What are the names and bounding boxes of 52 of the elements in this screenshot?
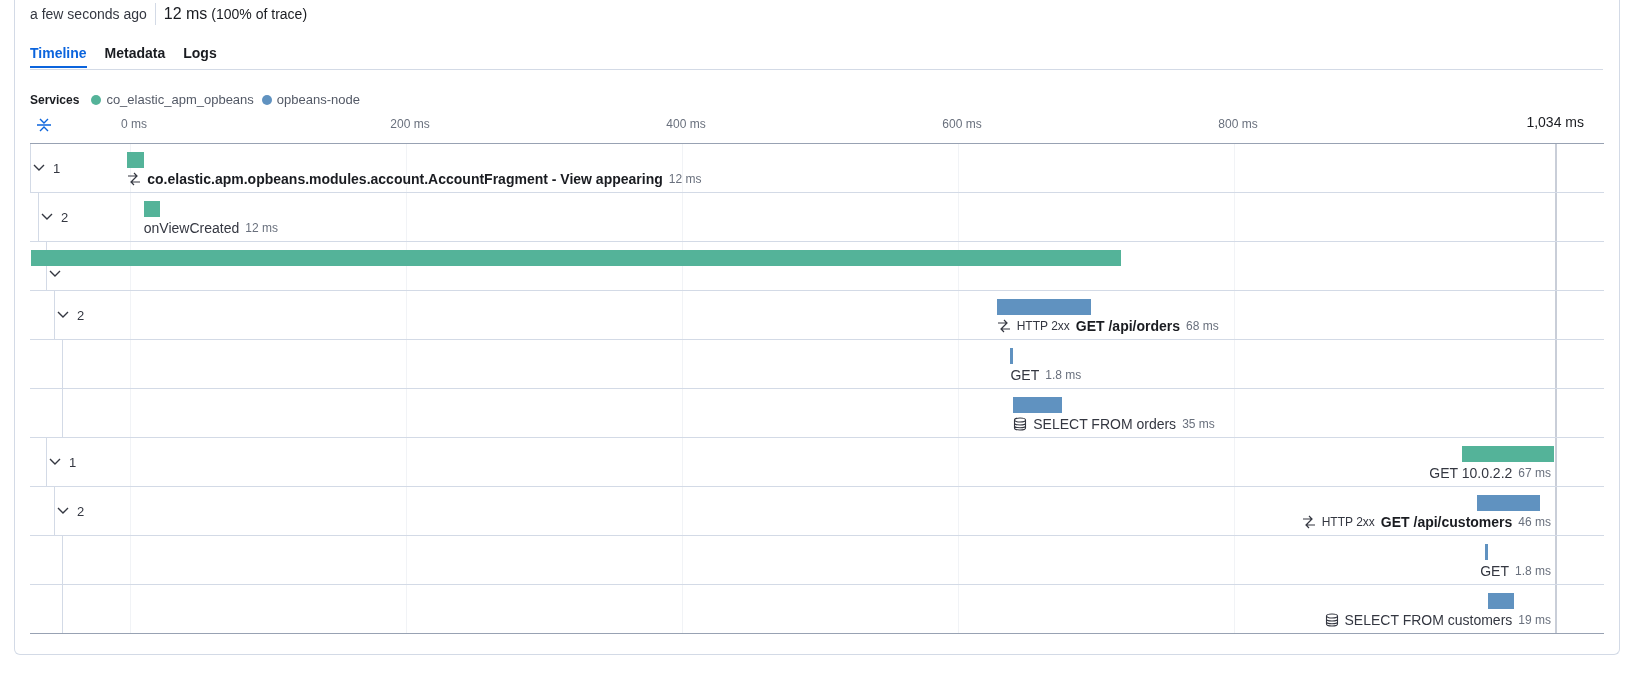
- database-icon: [1013, 417, 1028, 431]
- status-code: HTTP 2xx: [1016, 319, 1070, 333]
- axis-end-label: 1,034 ms: [1526, 114, 1584, 130]
- span-name: GET: [1480, 563, 1509, 579]
- span-duration: 68 ms: [1186, 319, 1219, 333]
- span-duration: 12 ms: [245, 221, 278, 235]
- axis-label: 400 ms: [666, 117, 706, 131]
- span-name: GET /api/orders: [1075, 318, 1181, 334]
- chevron-icon: [57, 311, 69, 319]
- chevron-icon: [49, 458, 61, 466]
- span-duration: 12 ms: [668, 172, 702, 186]
- span-name: co.elastic.apm.opbeans.modules.account.AccountFragment - View appearing: [147, 171, 663, 187]
- chevron-icon: [41, 213, 53, 221]
- span-duration: 1.8 ms: [1045, 368, 1082, 382]
- span-name: SELECT FROM orders: [1033, 416, 1177, 432]
- span-duration: 1.8 ms: [1515, 564, 1551, 578]
- arrows-icon: [1301, 515, 1316, 529]
- span-name: GET: [1010, 367, 1040, 383]
- chevron-icon: [49, 270, 61, 278]
- status-code: HTTP 2xx: [1321, 515, 1375, 529]
- collapse-icon: [36, 117, 52, 133]
- tab[interactable]: Timeline: [30, 39, 87, 68]
- span-name: SELECT FROM customers: [1344, 612, 1513, 628]
- database-icon: [1324, 613, 1339, 627]
- timestamp: a few seconds ago: [30, 3, 156, 25]
- chevron-icon: [57, 507, 69, 515]
- expand-toggle[interactable]: 1: [33, 158, 61, 178]
- tab[interactable]: Metadata: [104, 39, 166, 68]
- expand-toggle[interactable]: 1: [49, 452, 77, 472]
- trace-share: (100% of trace): [210, 6, 308, 22]
- tab[interactable]: Logs: [183, 39, 217, 68]
- services-label: Services: [30, 92, 80, 107]
- arrows-icon: [996, 319, 1011, 333]
- service-name: opbeans-node: [276, 92, 360, 107]
- span-name: onViewCreated: [143, 220, 240, 236]
- axis-label: 0 ms: [121, 117, 147, 131]
- span-duration: 35 ms: [1182, 417, 1215, 431]
- span-name: GET 10.0.2.2: [1429, 465, 1513, 481]
- span-duration: 19 ms: [1518, 613, 1551, 627]
- service-name: co_elastic_apm_opbeans: [106, 92, 254, 107]
- span-duration: 67 ms: [1518, 466, 1551, 480]
- expand-toggle[interactable]: 2: [41, 207, 69, 227]
- expand-toggle[interactable]: 2: [57, 305, 85, 325]
- axis-label: 200 ms: [390, 117, 430, 131]
- span-name: GET /api/customers: [1380, 514, 1513, 530]
- expand-toggle[interactable]: 2: [57, 501, 85, 521]
- chevron-icon: [33, 164, 45, 172]
- span-duration: 46 ms: [1518, 515, 1551, 529]
- arrows-icon: [127, 172, 142, 186]
- axis-label: 600 ms: [942, 117, 982, 131]
- axis-label: 800 ms: [1218, 117, 1258, 131]
- duration: 12 ms: [162, 5, 208, 23]
